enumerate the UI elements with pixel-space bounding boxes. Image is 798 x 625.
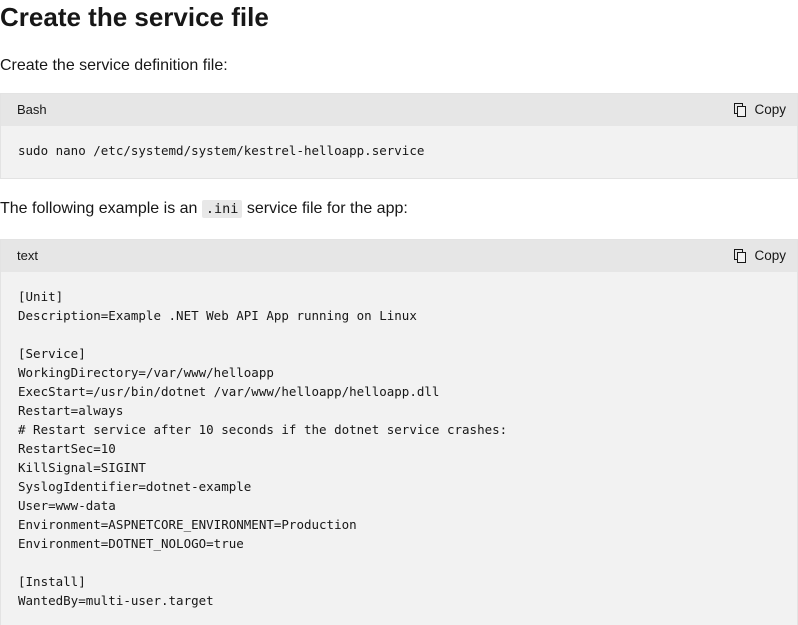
code-content: sudo nano /etc/systemd/system/kestrel-he… — [18, 143, 425, 158]
code-block-header: Bash Copy — [1, 94, 797, 126]
code-line: Environment=ASPNETCORE_ENVIRONMENT=Produ… — [18, 517, 357, 532]
example-text-before: The following example is an — [0, 200, 202, 217]
copy-button-label: Copy — [754, 248, 786, 263]
example-text-after: service file for the app: — [242, 200, 408, 217]
copy-button-label: Copy — [754, 102, 786, 117]
code-line: WantedBy=multi-user.target — [18, 593, 214, 608]
code-line: WorkingDirectory=/var/www/helloapp — [18, 365, 274, 380]
code-block-header: text Copy — [1, 240, 797, 272]
code-line: Environment=DOTNET_NOLOGO=true — [18, 536, 244, 551]
code-block-bash: Bash Copy sudo nano /etc/systemd/system/… — [0, 93, 798, 179]
code-language-label: text — [17, 248, 38, 263]
code-content: [Unit] Description=Example .NET Web API … — [1, 272, 797, 610]
code-line: # Restart service after 10 seconds if th… — [18, 422, 508, 437]
code-line: Restart=always — [18, 403, 124, 418]
copy-button[interactable]: Copy — [733, 102, 786, 118]
code-line: [Install] — [18, 574, 86, 589]
code-block-text: text Copy [Unit] Description=Example .NE… — [0, 239, 798, 625]
copy-button[interactable]: Copy — [733, 248, 786, 264]
code-line: [Service] — [18, 346, 86, 361]
intro-paragraph: Create the service definition file: — [0, 57, 228, 74]
copy-icon — [734, 249, 747, 263]
inline-code: .ini — [201, 200, 243, 218]
code-line: ExecStart=/usr/bin/dotnet /var/www/hello… — [18, 384, 440, 399]
code-line: Description=Example .NET Web API App run… — [18, 308, 417, 323]
code-line: [Unit] — [18, 289, 64, 304]
code-line: RestartSec=10 — [18, 441, 116, 456]
code-line: User=www-data — [18, 498, 116, 513]
code-language-label: Bash — [17, 102, 47, 117]
example-paragraph: The following example is an .ini service… — [0, 198, 408, 220]
code-line: SyslogIdentifier=dotnet-example — [18, 479, 252, 494]
page-title: Create the service file — [0, 2, 269, 32]
code-line: KillSignal=SIGINT — [18, 460, 146, 475]
copy-icon — [734, 103, 747, 117]
